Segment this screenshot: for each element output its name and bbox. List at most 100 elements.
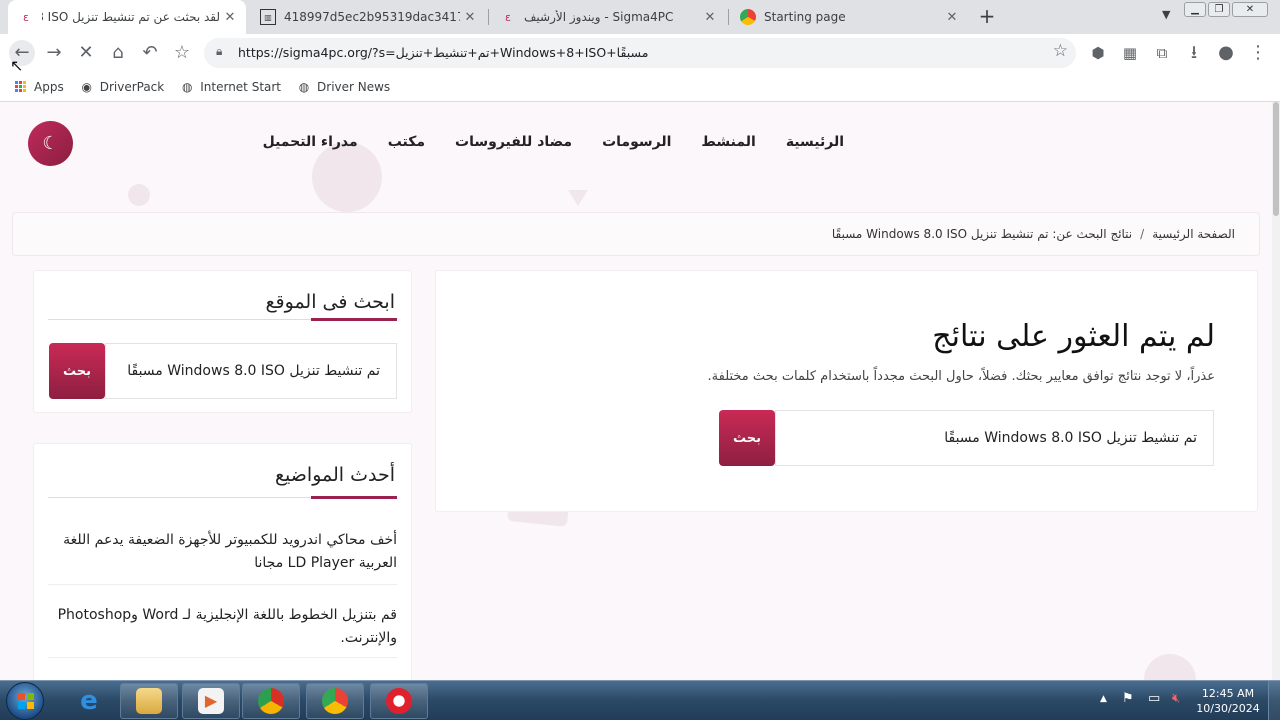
chrome-icon (322, 688, 348, 714)
tab-starting-page[interactable]: Starting page ✕ (730, 0, 968, 34)
results-search-input[interactable]: تم تنشيط تنزيل Windows 8.0 ISO مسبقًا (775, 410, 1214, 466)
mouse-cursor-icon: ↖ (10, 56, 24, 75)
sigma4pc-favicon-icon: ɛ (505, 10, 511, 24)
decorative-circle (128, 184, 150, 206)
taskbar-file-explorer[interactable] (120, 683, 178, 719)
no-results-message: عذراً، لا توجد نتائج توافق معايير بحثك. … (707, 369, 1215, 384)
close-tab-icon[interactable]: ✕ (942, 10, 962, 25)
chrome-canary-icon (258, 688, 284, 714)
tab-sigma4pc-archive[interactable]: ɛ Sigma4PC - ويندوز الأرشيف ✕ (490, 0, 726, 34)
undo-icon[interactable]: ↶ (137, 40, 163, 66)
bookmark-internet-start[interactable]: ◍ Internet Start (180, 80, 281, 94)
forward-arrow-icon[interactable]: → (41, 40, 67, 66)
no-results-heading: لم يتم العثور على نتائج (932, 319, 1215, 354)
profile-avatar-icon[interactable]: ● (1213, 40, 1239, 66)
bookmark-label: Internet Start (200, 79, 282, 94)
start-button[interactable] (6, 682, 44, 720)
bookmark-apps[interactable]: Apps (14, 80, 64, 94)
media-player-icon: ▶ (198, 688, 224, 714)
sidebar-search-widget: ابحث فى الموقع تم تنشيط تنزيل Windows 8.… (33, 270, 412, 413)
taskbar-chrome[interactable] (306, 683, 364, 719)
home-icon[interactable]: ⌂ (105, 40, 131, 66)
dark-mode-toggle-button[interactable]: ☾ (28, 121, 73, 166)
action-center-flag-icon[interactable]: ⚑ (1122, 691, 1134, 706)
bookmark-driverpack[interactable]: ◉ DriverPack (80, 79, 164, 94)
page-scrollbar[interactable] (1272, 102, 1280, 680)
taskbar-chrome-canary[interactable] (242, 683, 300, 719)
breadcrumb-current: نتائج البحث عن: تم تنشيط تنزيل Windows 8… (831, 227, 1133, 241)
file-explorer-icon (136, 688, 162, 714)
recent-post-link[interactable]: أخف محاكي اندرويد للكمبيوتر للأجهزة الضع… (48, 529, 397, 585)
nav-item-home[interactable]: الرئيسية (786, 134, 844, 150)
scrollbar-thumb[interactable] (1273, 102, 1279, 216)
sidebar-search-button[interactable]: بحث (49, 343, 105, 399)
bookmark-page-star-icon[interactable]: ☆ (1053, 41, 1068, 61)
close-window-icon[interactable]: ✕ (1232, 2, 1268, 17)
bookmarks-bar: Apps ◉ DriverPack ◍ Internet Start ◍ Dri… (0, 72, 1280, 102)
stop-loading-icon[interactable]: ✕ (73, 40, 99, 66)
decorative-triangle (568, 190, 588, 206)
new-tab-button[interactable]: + (976, 6, 998, 28)
results-search-button[interactable]: بحث (719, 410, 775, 466)
lock-icon[interactable]: 🔒︎ (216, 44, 222, 59)
nav-item-download-managers[interactable]: مدراء التحميل (263, 134, 358, 150)
clock-date: 10/30/2024 (1196, 702, 1260, 715)
main-nav: الرئيسية المنشط الرسومات مضاد للفيروسات … (263, 134, 844, 150)
menu-kebab-icon[interactable]: ⋮ (1245, 40, 1271, 66)
driverpack-icon: ◉ (81, 79, 92, 94)
opera-icon (386, 688, 412, 714)
minimize-icon[interactable]: ▁ (1184, 2, 1206, 17)
taskbar-opera[interactable] (370, 683, 428, 719)
taskbar-media-player[interactable]: ▶ (182, 683, 240, 719)
network-icon[interactable]: ▭ (1148, 691, 1160, 706)
show-desktop-button[interactable] (1268, 681, 1280, 720)
nav-item-activator[interactable]: المنشط (701, 134, 755, 150)
recent-posts-widget: أحدث المواضيع أخف محاكي اندرويد للكمبيوت… (33, 443, 412, 680)
nav-item-graphics[interactable]: الرسومات (602, 134, 671, 150)
tab-separator (488, 9, 489, 25)
archive-favicon-icon: ▥ (260, 9, 276, 25)
breadcrumb-separator: / (1140, 227, 1145, 241)
results-search-form: تم تنشيط تنزيل Windows 8.0 ISO مسبقًا بح… (719, 410, 1214, 466)
tab-strip: ɛ لقد بحثت عن تم تنشيط تنزيل Windows 8 I… (0, 0, 1280, 34)
tab-search-results[interactable]: ɛ لقد بحثت عن تم تنشيط تنزيل Windows 8 I… (8, 0, 246, 34)
widget-title-accent (311, 496, 397, 499)
nav-item-antivirus[interactable]: مضاد للفيروسات (455, 134, 572, 150)
bookmark-label: Apps (34, 79, 64, 94)
sidebar-search-input[interactable]: تم تنشيط تنزيل Windows 8.0 ISO مسبقًا (105, 343, 397, 399)
url-text[interactable]: https://sigma4pc.org/?s=تم+تنشيط+تنزيل+W… (238, 45, 648, 60)
nav-item-office[interactable]: مكتب (388, 134, 425, 150)
tab-title: Starting page (764, 10, 846, 24)
recent-post-link[interactable]: قم بتنزيل الخطوط باللغة الإنجليزية لـ Wo… (48, 604, 397, 658)
extensions-grid-icon[interactable]: ▦ (1117, 40, 1143, 66)
volume-muted-icon[interactable]: 🔇︎ (1172, 691, 1180, 706)
system-clock[interactable]: 12:45 AM 10/30/2024 (1196, 686, 1260, 716)
address-bar[interactable]: 🔒︎ https://sigma4pc.org/?s=تم+تنشيط+تنزي… (204, 38, 1076, 68)
globe-icon: ◍ (298, 79, 310, 94)
breadcrumb-home-link[interactable]: الصفحة الرئيسية (1152, 227, 1235, 241)
no-results-card: لم يتم العثور على نتائج عذراً، لا توجد ن… (435, 270, 1258, 512)
widget-title-accent (311, 318, 397, 321)
restore-icon[interactable]: ❐ (1208, 2, 1230, 17)
tab-search-icon[interactable]: ▼ (1162, 8, 1170, 21)
crop-icon[interactable]: ⧉ (1149, 40, 1175, 66)
chrome-favicon-icon (740, 9, 756, 25)
moon-icon: ☾ (42, 133, 59, 154)
internet-explorer-icon: e (80, 686, 98, 716)
apps-grid-icon (14, 80, 28, 94)
tab-separator (728, 9, 729, 25)
breadcrumb: الصفحة الرئيسية / نتائج البحث عن: تم تنش… (12, 212, 1260, 256)
bookmark-star-icon[interactable]: ☆ (169, 40, 195, 66)
windows-logo-icon (18, 693, 34, 709)
tab-hash[interactable]: ▥ 418997d5ec2b95319dac341720e ✕ (250, 0, 486, 34)
taskbar-internet-explorer[interactable]: e (60, 683, 118, 719)
download-icon[interactable]: ⭳ (1181, 40, 1207, 66)
close-tab-icon[interactable]: ✕ (220, 10, 240, 25)
sigma4pc-favicon-icon: ɛ (23, 10, 29, 24)
close-tab-icon[interactable]: ✕ (700, 10, 720, 25)
close-tab-icon[interactable]: ✕ (460, 10, 480, 25)
bookmark-driver-news[interactable]: ◍ Driver News (297, 80, 390, 94)
extension-icon[interactable]: ⬢ (1085, 40, 1111, 66)
show-hidden-icons-arrow[interactable]: ▲ (1100, 694, 1107, 704)
globe-icon: ◍ (181, 79, 193, 94)
